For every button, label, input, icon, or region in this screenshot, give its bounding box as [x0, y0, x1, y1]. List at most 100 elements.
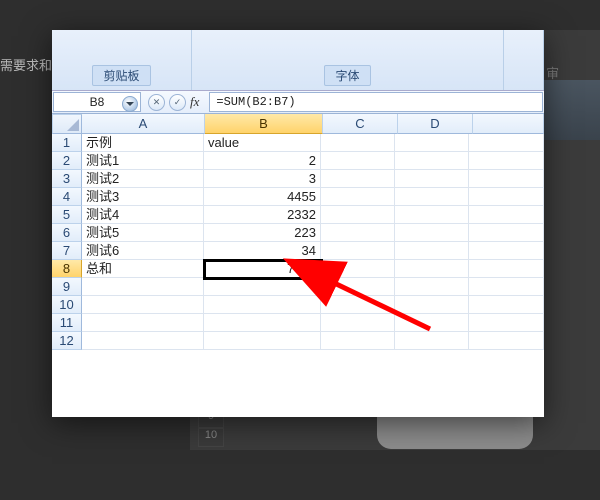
- col-header-c[interactable]: C: [323, 114, 398, 134]
- cell-a3[interactable]: 测试2: [82, 170, 204, 188]
- row-header-8[interactable]: 8: [52, 260, 82, 278]
- cell-d12[interactable]: [395, 332, 469, 350]
- row-header-12[interactable]: 12: [52, 332, 82, 350]
- row-header-3[interactable]: 3: [52, 170, 82, 188]
- excel-window: 剪贴板 字体 B8 ✕ ✓ fx =SUM(B2:B7) A B C D 1: [52, 30, 544, 417]
- cell-c3[interactable]: [321, 170, 395, 188]
- cell-a12[interactable]: [82, 332, 204, 350]
- cell-d4[interactable]: [395, 188, 469, 206]
- select-all-corner[interactable]: [52, 114, 82, 134]
- cell-b7[interactable]: 34: [204, 242, 321, 260]
- cell-d7[interactable]: [395, 242, 469, 260]
- cell-d10[interactable]: [395, 296, 469, 314]
- row-header-11[interactable]: 11: [52, 314, 82, 332]
- cell-rest11[interactable]: [469, 314, 544, 332]
- cell-b5[interactable]: 2332: [204, 206, 321, 224]
- formula-input[interactable]: =SUM(B2:B7): [209, 92, 543, 112]
- cell-a7[interactable]: 测试6: [82, 242, 204, 260]
- row-header-7[interactable]: 7: [52, 242, 82, 260]
- cell-a9[interactable]: [82, 278, 204, 296]
- cell-a2[interactable]: 测试1: [82, 152, 204, 170]
- col-header-b[interactable]: B: [205, 114, 323, 134]
- cell-rest9[interactable]: [469, 278, 544, 296]
- cell-a6[interactable]: 测试5: [82, 224, 204, 242]
- cell-d9[interactable]: [395, 278, 469, 296]
- row-1: 1 示例 value: [52, 134, 544, 152]
- cell-c8[interactable]: [321, 260, 395, 278]
- cell-rest7[interactable]: [469, 242, 544, 260]
- cell-c10[interactable]: [321, 296, 395, 314]
- cell-rest10[interactable]: [469, 296, 544, 314]
- cell-rest1[interactable]: [469, 134, 544, 152]
- group-extra: [504, 30, 544, 90]
- formula-bar: B8 ✕ ✓ fx =SUM(B2:B7): [52, 91, 544, 114]
- row-6: 6 测试5 223: [52, 224, 544, 242]
- row-4: 4 测试3 4455: [52, 188, 544, 206]
- row-5: 5 测试4 2332: [52, 206, 544, 224]
- cell-rest8[interactable]: [469, 260, 544, 278]
- cell-b6[interactable]: 223: [204, 224, 321, 242]
- row-header-1[interactable]: 1: [52, 134, 82, 152]
- row-8: 8 总和 7049: [52, 260, 544, 278]
- cell-c5[interactable]: [321, 206, 395, 224]
- cell-b11[interactable]: [204, 314, 321, 332]
- cell-b2[interactable]: 2: [204, 152, 321, 170]
- cell-b8[interactable]: 7049: [204, 260, 321, 278]
- cell-rest2[interactable]: [469, 152, 544, 170]
- cell-d3[interactable]: [395, 170, 469, 188]
- row-header-4[interactable]: 4: [52, 188, 82, 206]
- column-headers: A B C D: [52, 114, 544, 134]
- cell-rest6[interactable]: [469, 224, 544, 242]
- row-header-2[interactable]: 2: [52, 152, 82, 170]
- cell-b1[interactable]: value: [204, 134, 321, 152]
- cell-c6[interactable]: [321, 224, 395, 242]
- cell-a5[interactable]: 测试4: [82, 206, 204, 224]
- cell-d8[interactable]: [395, 260, 469, 278]
- cell-c4[interactable]: [321, 188, 395, 206]
- cell-d6[interactable]: [395, 224, 469, 242]
- row-header-5[interactable]: 5: [52, 206, 82, 224]
- group-font: 字体: [192, 30, 504, 90]
- cell-a1[interactable]: 示例: [82, 134, 204, 152]
- col-header-a[interactable]: A: [82, 114, 205, 134]
- name-box-dropdown-icon[interactable]: [122, 96, 138, 112]
- cell-a10[interactable]: [82, 296, 204, 314]
- cell-d5[interactable]: [395, 206, 469, 224]
- cell-b9[interactable]: [204, 278, 321, 296]
- cell-a8[interactable]: 总和: [82, 260, 204, 278]
- cell-rest12[interactable]: [469, 332, 544, 350]
- cell-rest4[interactable]: [469, 188, 544, 206]
- cell-a11[interactable]: [82, 314, 204, 332]
- row-10: 10: [52, 296, 544, 314]
- cancel-formula-icon[interactable]: ✕: [148, 94, 165, 111]
- row-header-10[interactable]: 10: [52, 296, 82, 314]
- worksheet-grid[interactable]: A B C D 1 示例 value 2 测试1 2 3 测试2 3 4: [52, 114, 544, 419]
- row-header-6[interactable]: 6: [52, 224, 82, 242]
- cell-rest3[interactable]: [469, 170, 544, 188]
- cell-d2[interactable]: [395, 152, 469, 170]
- cell-rest5[interactable]: [469, 206, 544, 224]
- cell-b4[interactable]: 4455: [204, 188, 321, 206]
- cell-c9[interactable]: [321, 278, 395, 296]
- group-clipboard-label[interactable]: 剪贴板: [92, 65, 150, 86]
- group-clipboard: 剪贴板: [52, 30, 192, 90]
- cell-b12[interactable]: [204, 332, 321, 350]
- cell-c11[interactable]: [321, 314, 395, 332]
- cell-c7[interactable]: [321, 242, 395, 260]
- fx-icon[interactable]: fx: [190, 94, 203, 110]
- cell-b10[interactable]: [204, 296, 321, 314]
- col-header-rest: [473, 114, 544, 134]
- cell-d11[interactable]: [395, 314, 469, 332]
- cell-c1[interactable]: [321, 134, 395, 152]
- cell-c2[interactable]: [321, 152, 395, 170]
- cell-c12[interactable]: [321, 332, 395, 350]
- col-header-d[interactable]: D: [398, 114, 473, 134]
- name-box[interactable]: B8: [53, 92, 141, 112]
- cell-a4[interactable]: 测试3: [82, 188, 204, 206]
- cell-b3[interactable]: 3: [204, 170, 321, 188]
- row-11: 11: [52, 314, 544, 332]
- row-header-9[interactable]: 9: [52, 278, 82, 296]
- accept-formula-icon[interactable]: ✓: [169, 94, 186, 111]
- group-font-label[interactable]: 字体: [324, 65, 370, 86]
- cell-d1[interactable]: [395, 134, 469, 152]
